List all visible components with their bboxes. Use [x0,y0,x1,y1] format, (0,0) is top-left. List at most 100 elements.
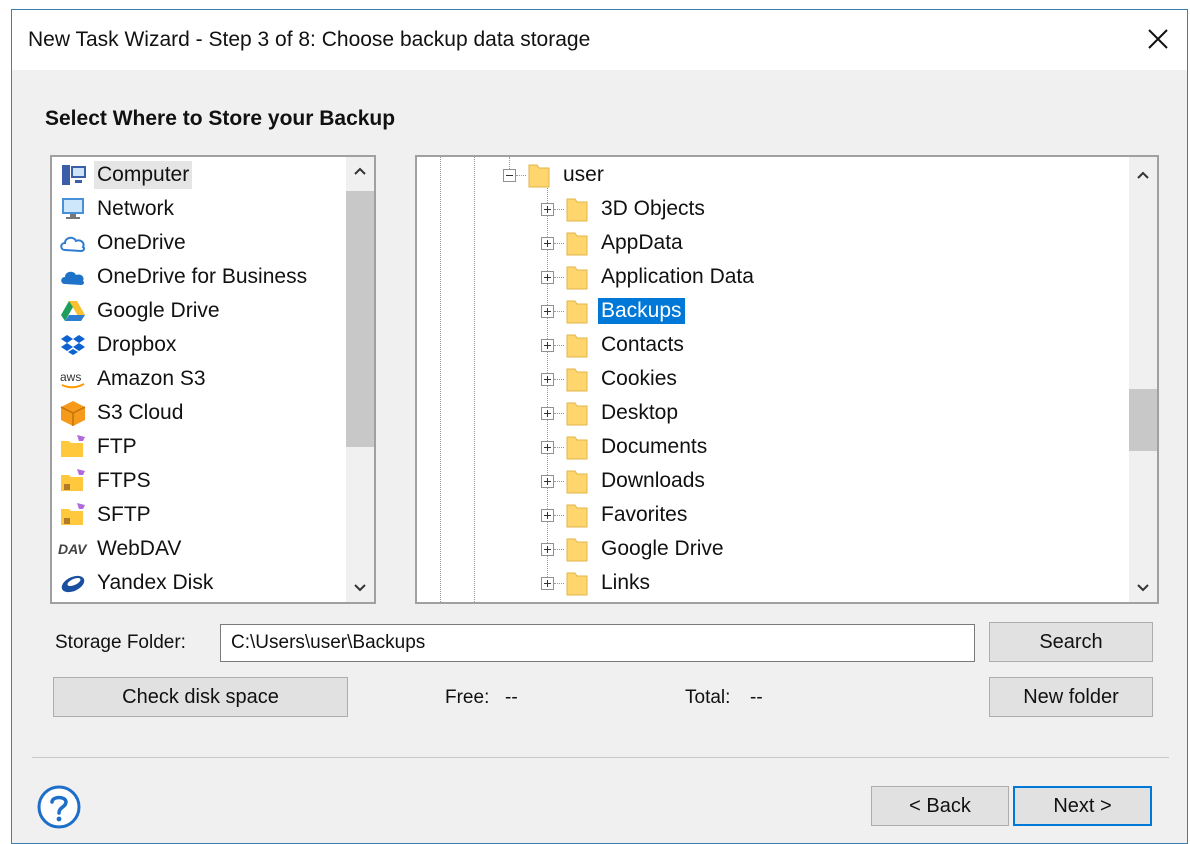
tree-node[interactable]: Links [541,566,653,600]
expand-icon[interactable] [541,508,554,522]
expand-icon[interactable] [541,270,554,284]
tree-connector [554,582,564,584]
help-icon[interactable] [36,784,82,830]
folder-icon [566,570,588,596]
scroll-up-button[interactable] [346,157,374,185]
tree-node[interactable]: Backups [541,294,685,328]
folder-icon [566,366,588,392]
divider [32,757,1169,758]
storage-type-item[interactable]: S3 Cloud [58,397,186,429]
storage-type-item[interactable]: Yandex Disk [58,567,216,599]
expand-icon[interactable] [541,542,554,556]
tree-node[interactable]: Cookies [541,362,680,396]
total-space-value: -- [750,687,763,708]
scroll-down-button[interactable] [346,574,374,602]
scroll-down-button[interactable] [1129,574,1157,602]
tree-connector [554,378,564,380]
storage-type-item[interactable]: SFTP [58,499,154,531]
folder-icon [566,400,588,426]
storage-type-item[interactable]: OneDrive for Business [58,261,310,293]
storage-type-item[interactable]: Google Drive [58,295,223,327]
folder-icon [566,298,588,324]
folder-label: AppData [601,231,683,254]
folder-icon [566,434,588,460]
tree-guide-line [440,157,441,602]
expand-icon[interactable] [541,304,554,318]
expand-icon[interactable] [541,406,554,420]
window-title: New Task Wizard - Step 3 of 8: Choose ba… [28,28,591,51]
tree-node[interactable]: Downloads [541,464,708,498]
folder-tree[interactable]: user 3D Objects AppData Application Data Bac… [415,155,1159,604]
tree-connector [554,344,564,346]
total-space-label: Total: [685,687,731,708]
expand-icon[interactable] [541,474,554,488]
storage-type-item[interactable]: aws Amazon S3 [58,363,209,395]
tree-node[interactable]: Desktop [541,396,681,430]
close-button[interactable] [1135,16,1181,62]
tree-node[interactable]: Google Drive [541,532,727,566]
storage-type-label: Amazon S3 [97,367,206,390]
expand-icon[interactable] [541,338,554,352]
folder-label: Favorites [601,503,688,526]
scroll-up-button[interactable] [1129,161,1157,189]
folder-label: Application Data [601,265,754,288]
tree-connector [554,548,564,550]
scroll-thumb[interactable] [1129,389,1157,451]
onedrive-icon [58,228,88,258]
storage-type-label: OneDrive for Business [97,265,308,288]
storage-folder-label: Storage Folder: [55,632,186,653]
storage-folder-input[interactable]: C:\Users\user\Backups [220,624,975,662]
storage-type-item[interactable]: FTPS [58,465,154,497]
storage-type-item[interactable]: Dropbox [58,329,179,361]
folder-tree-scrollbar[interactable] [1129,157,1157,602]
search-button[interactable]: Search [989,622,1153,662]
back-button[interactable]: < Back [871,786,1009,826]
storage-type-label: Computer [94,161,193,189]
storage-type-item[interactable]: Computer [58,159,193,191]
folder-label: Google Drive [601,537,724,560]
storage-type-label: Dropbox [97,333,177,356]
storage-type-item[interactable]: FTP [58,431,140,463]
tree-connector [554,276,564,278]
google-drive-icon [58,296,88,326]
storage-list-scrollbar[interactable] [346,157,374,602]
folder-label: Desktop [601,401,679,424]
folder-icon [528,162,550,188]
tree-node[interactable]: Favorites [541,498,690,532]
wizard-window: New Task Wizard - Step 3 of 8: Choose ba… [11,9,1188,844]
expand-icon[interactable] [541,202,554,216]
tree-node[interactable]: Contacts [541,328,687,362]
expand-icon[interactable] [541,236,554,250]
svg-text:DAV: DAV [58,541,88,557]
tree-node[interactable]: Application Data [541,260,757,294]
chevron-down-icon [354,584,366,592]
folder-label: Cookies [601,367,677,390]
section-heading: Select Where to Store your Backup [45,107,396,130]
storage-type-item[interactable]: DAV WebDAV [58,533,184,565]
next-button[interactable]: Next > [1013,786,1152,826]
storage-type-label: Google Drive [97,299,220,322]
onedrive-business-icon [58,262,88,292]
tree-connector [554,480,564,482]
storage-type-item[interactable]: OneDrive [58,227,189,259]
folder-label: Downloads [601,469,705,492]
tree-node[interactable]: 3D Objects [541,192,708,226]
tree-node-parent[interactable]: user [503,158,607,192]
tree-node[interactable]: Documents [541,430,710,464]
storage-type-label: WebDAV [97,537,182,560]
check-disk-space-button[interactable]: Check disk space [53,677,348,717]
new-folder-button[interactable]: New folder [989,677,1153,717]
expand-icon[interactable] [541,372,554,386]
expand-icon[interactable] [541,576,554,590]
tree-connector [554,310,564,312]
storage-type-list[interactable]: Computer Network OneDrive OneDrive for Busi… [50,155,376,604]
folder-icon [566,196,588,222]
storage-type-label: SFTP [97,503,151,526]
scroll-thumb[interactable] [346,191,374,447]
aws-icon: aws [58,364,88,394]
tree-node[interactable]: AppData [541,226,686,260]
webdav-icon: DAV [58,534,88,564]
collapse-icon[interactable] [503,168,516,182]
storage-type-item[interactable]: Network [58,193,177,225]
expand-icon[interactable] [541,440,554,454]
